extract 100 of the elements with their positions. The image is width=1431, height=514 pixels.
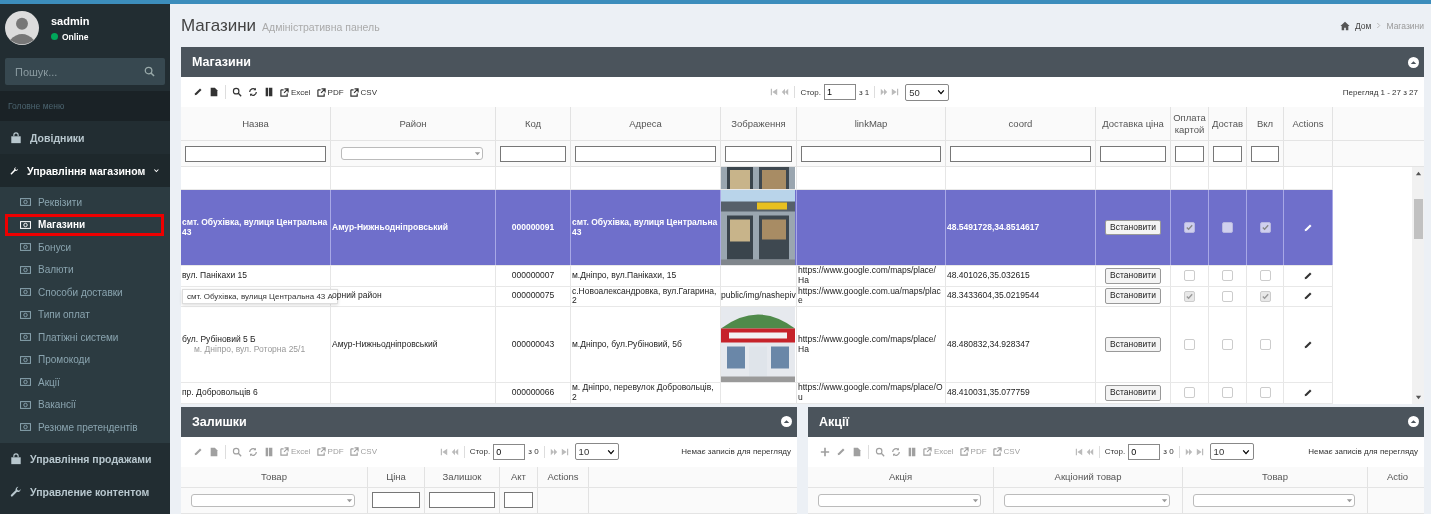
export-link[interactable]: CSV bbox=[349, 87, 377, 97]
previous-page-icon[interactable] bbox=[781, 88, 790, 96]
submenu-item[interactable]: Способи доставки bbox=[5, 281, 164, 304]
search-field[interactable]: Пошук... bbox=[5, 58, 165, 85]
pencil-icon[interactable] bbox=[193, 87, 203, 97]
submenu-item[interactable]: Вакансії bbox=[5, 393, 164, 416]
columns-icon[interactable] bbox=[264, 87, 274, 97]
menu-item[interactable]: Довідники bbox=[0, 121, 170, 154]
submenu-item[interactable]: Платіжні системи bbox=[5, 326, 164, 349]
checkbox[interactable] bbox=[1184, 387, 1195, 399]
table-row[interactable]: пр. Добровольців 6 000000066 м. Дніпро, перевулок Добровольців, 2 https://www.google.com/maps/place/Ou 48.410031,35.077759 Встановити bbox=[181, 383, 1333, 404]
collapse-icon[interactable] bbox=[1408, 416, 1419, 428]
column-header[interactable]: Достав bbox=[1211, 117, 1244, 130]
column-header[interactable]: Товар bbox=[261, 470, 287, 483]
previous-page-icon[interactable] bbox=[1085, 447, 1094, 456]
filter-field[interactable] bbox=[725, 145, 792, 162]
page-size-select[interactable]: 10 bbox=[574, 443, 619, 461]
next-page-icon[interactable] bbox=[880, 88, 889, 96]
first-page-icon[interactable] bbox=[439, 447, 448, 456]
first-page-icon[interactable] bbox=[770, 88, 779, 96]
checkbox[interactable] bbox=[1222, 290, 1233, 302]
filter-select[interactable] bbox=[191, 493, 355, 507]
scroll-thumb[interactable] bbox=[1413, 199, 1423, 239]
export-link[interactable]: Excel bbox=[280, 87, 311, 97]
table-row[interactable]: бул. Рубіновий 5 Б м. Дніпро, вул. Роторна 25/1 Амур-Нижньодніпровський 000000043 м.Дніпро, бул.Рубіновий, 5б https://www.google.com/maps/place/На 48.480832,34.928347 Встановити bbox=[181, 307, 1333, 384]
submenu-item[interactable]: Валюти bbox=[5, 258, 164, 281]
filter-select[interactable] bbox=[818, 493, 981, 507]
page-field[interactable]: 0 bbox=[1128, 443, 1161, 460]
next-page-icon[interactable] bbox=[549, 447, 558, 456]
filter-field[interactable] bbox=[1175, 145, 1204, 162]
submenu-item[interactable]: Акції bbox=[5, 371, 164, 394]
page-size-select[interactable]: 50 bbox=[905, 83, 950, 101]
column-header[interactable]: Акція bbox=[888, 470, 913, 483]
checkbox[interactable] bbox=[1222, 222, 1233, 233]
file-icon[interactable] bbox=[209, 87, 219, 97]
column-header[interactable]: coord bbox=[1008, 117, 1033, 130]
pencil-icon[interactable] bbox=[1303, 387, 1313, 398]
scroll-down-icon[interactable] bbox=[1414, 393, 1422, 401]
pencil-icon[interactable] bbox=[1303, 291, 1313, 302]
set-button[interactable]: Встановити bbox=[1105, 267, 1161, 284]
set-button[interactable]: Встановити bbox=[1105, 288, 1161, 305]
search-icon[interactable] bbox=[232, 87, 242, 97]
checkbox[interactable] bbox=[1184, 290, 1195, 302]
column-header[interactable]: Залишок bbox=[442, 470, 482, 483]
breadcrumb-link[interactable]: Дом bbox=[1355, 20, 1372, 31]
checkbox[interactable] bbox=[1184, 270, 1195, 282]
filter-field[interactable] bbox=[500, 145, 566, 162]
column-header[interactable]: Actions bbox=[547, 470, 579, 483]
set-button[interactable]: Встановити bbox=[1105, 336, 1161, 353]
table-row[interactable]: смт. Обухівка, вулиця Центральна 43 Аорний район 000000075 с.Новоалександровка, вул.Гагарина, 2 public/img/nashepiv https://www.google.com.ua/maps/place 48.3433604,35.0219544 Встановити bbox=[181, 286, 1333, 308]
column-header[interactable]: Доставка ціна bbox=[1102, 117, 1164, 130]
collapse-icon[interactable] bbox=[1408, 56, 1419, 68]
filter-field[interactable] bbox=[575, 145, 716, 162]
export-link[interactable]: PDF bbox=[316, 87, 344, 97]
column-header[interactable]: Оплата картой bbox=[1171, 111, 1208, 136]
menu-item[interactable]: Управління продажами bbox=[0, 442, 170, 476]
set-button[interactable]: Встановити bbox=[1105, 384, 1161, 401]
checkbox[interactable] bbox=[1222, 387, 1233, 399]
column-header[interactable]: Акт bbox=[511, 470, 526, 483]
filter-field[interactable] bbox=[1213, 145, 1242, 162]
submenu-item[interactable]: Реквізити bbox=[5, 191, 164, 214]
filter-field[interactable] bbox=[429, 492, 495, 509]
column-header[interactable]: Район bbox=[399, 117, 427, 130]
column-header[interactable]: Назва bbox=[242, 117, 269, 130]
last-page-icon[interactable] bbox=[560, 447, 569, 456]
filter-select[interactable] bbox=[1004, 493, 1170, 507]
column-header[interactable]: Акціоний товар bbox=[1054, 470, 1122, 483]
checkbox[interactable] bbox=[1222, 270, 1233, 282]
column-header[interactable]: Actions bbox=[1292, 117, 1324, 130]
collapse-icon[interactable] bbox=[781, 416, 792, 428]
checkbox[interactable] bbox=[1259, 222, 1271, 233]
menu-item[interactable]: Управління магазином bbox=[0, 154, 170, 187]
submenu-item[interactable]: Магазини bbox=[5, 213, 164, 236]
submenu-item[interactable]: Типи оплат bbox=[5, 303, 164, 326]
submenu-item[interactable]: Бонуси bbox=[5, 236, 164, 259]
filter-field[interactable] bbox=[372, 492, 420, 509]
column-header[interactable]: Actio bbox=[1386, 470, 1409, 483]
column-header[interactable]: Товар bbox=[1262, 470, 1288, 483]
submenu-item[interactable]: Промокоди bbox=[5, 348, 164, 371]
page-field[interactable]: 0 bbox=[493, 443, 526, 460]
column-header[interactable]: linkMap bbox=[854, 117, 888, 130]
filter-field[interactable] bbox=[1100, 145, 1166, 162]
table-row[interactable]: смт. Обухівка, вулиця Центральна 43 Амур-Нижньодніпровський 000000091 смт. Обухівка, вулиця Центральна 43 48.5491728,34.8514617 Встановити bbox=[181, 190, 1333, 266]
filter-field[interactable] bbox=[801, 145, 941, 162]
column-header[interactable]: Вкл bbox=[1256, 117, 1274, 130]
page-size-select[interactable]: 10 bbox=[1209, 443, 1254, 461]
checkbox[interactable] bbox=[1184, 339, 1195, 351]
column-header[interactable]: Адреса bbox=[629, 117, 662, 130]
set-button[interactable]: Встановити bbox=[1105, 219, 1161, 236]
filter-field[interactable] bbox=[1251, 145, 1279, 162]
refresh-icon[interactable] bbox=[248, 87, 258, 97]
filter-field[interactable] bbox=[504, 492, 533, 509]
checkbox[interactable] bbox=[1222, 339, 1233, 351]
filter-select[interactable] bbox=[341, 147, 483, 160]
filter-field[interactable] bbox=[950, 145, 1091, 162]
submenu-item[interactable]: Резюме претендентів bbox=[5, 416, 164, 439]
checkbox[interactable] bbox=[1259, 387, 1271, 399]
last-page-icon[interactable] bbox=[1195, 447, 1204, 456]
checkbox[interactable] bbox=[1259, 339, 1271, 351]
pencil-icon[interactable] bbox=[1303, 270, 1313, 281]
